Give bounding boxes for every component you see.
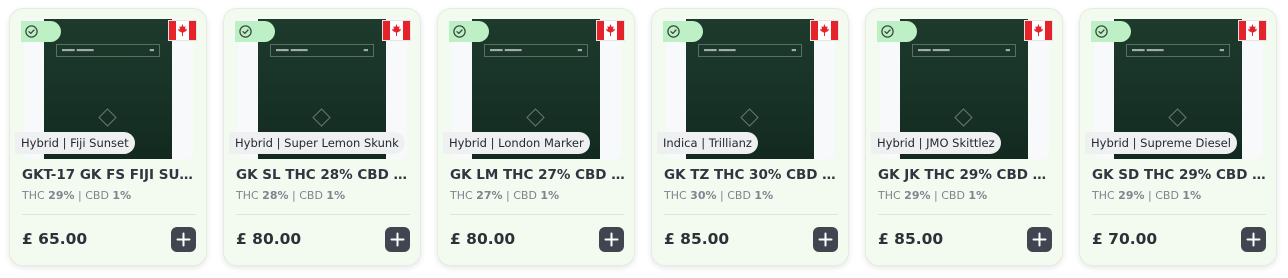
product-card[interactable]: ■■■■■■ ■■■■■■■■ ■■ Hybrid | Super Lemon S… — [223, 8, 421, 266]
strain-label: Hybrid | London Marker — [443, 132, 590, 154]
bag-logo-icon — [98, 108, 117, 127]
bag-label-strip: ■■■■■■ ■■■■■■■■ ■■ — [912, 44, 1016, 57]
cbd-value: 1% — [968, 189, 988, 202]
plus-icon — [176, 232, 191, 247]
canada-flag-icon — [382, 20, 411, 41]
cbd-value: 1% — [112, 189, 132, 202]
cbd-value: 1% — [326, 189, 346, 202]
product-title[interactable]: GK TZ THC 30% CBD <1% Trillianz — [664, 167, 840, 183]
bag-logo-icon — [526, 108, 545, 127]
divider — [1092, 214, 1266, 215]
product-grid: ■■■■■■ ■■■■■■■■ ■■ Hybrid | Fiji Sunset G… — [0, 0, 1288, 278]
product-title[interactable]: GK SL THC 28% CBD <1% Super Lemon Skunk — [236, 167, 412, 183]
bag-logo-icon — [312, 108, 331, 127]
add-to-cart-button[interactable] — [813, 227, 838, 252]
bag-logo-icon — [954, 108, 973, 127]
verified-badge — [235, 21, 275, 42]
price: £ 70.00 — [1092, 230, 1158, 248]
divider — [22, 214, 196, 215]
plus-icon — [604, 232, 619, 247]
cannabinoid-info: THC 29% | CBD 1% — [1092, 189, 1202, 202]
add-to-cart-button[interactable] — [1027, 227, 1052, 252]
add-to-cart-button[interactable] — [1241, 227, 1266, 252]
product-card[interactable]: ■■■■■■ ■■■■■■■■ ■■ Hybrid | Supreme Diese… — [1079, 8, 1277, 266]
check-circle-icon — [25, 25, 38, 38]
canada-flag-icon — [1238, 20, 1267, 41]
thc-value: 27% — [476, 189, 503, 202]
product-title[interactable]: GK JK THC 29% CBD <1% JMO Skittlez — [878, 167, 1054, 183]
check-circle-icon — [881, 25, 894, 38]
cannabinoid-info: THC 27% | CBD 1% — [450, 189, 560, 202]
bag-label-strip: ■■■■■■ ■■■■■■■■ ■■ — [484, 44, 588, 57]
add-to-cart-button[interactable] — [385, 227, 410, 252]
verified-badge — [21, 21, 61, 42]
divider — [236, 214, 410, 215]
check-circle-icon — [239, 25, 252, 38]
cannabinoid-info: THC 29% | CBD 1% — [22, 189, 132, 202]
canada-flag-icon — [596, 20, 625, 41]
cannabinoid-info: THC 28% | CBD 1% — [236, 189, 346, 202]
bag-label-strip: ■■■■■■ ■■■■■■■■ ■■ — [270, 44, 374, 57]
product-card[interactable]: ■■■■■■ ■■■■■■■■ ■■ Hybrid | London Marker… — [437, 8, 635, 266]
product-title[interactable]: GKT-17 GK FS FIJI SUNSET — [22, 167, 198, 183]
thc-value: 29% — [904, 189, 931, 202]
strain-label: Hybrid | Supreme Diesel — [1085, 132, 1237, 154]
canada-flag-icon — [810, 20, 839, 41]
cbd-value: 1% — [540, 189, 560, 202]
thc-value: 29% — [1118, 189, 1145, 202]
plus-icon — [390, 232, 405, 247]
verified-badge — [663, 21, 703, 42]
divider — [664, 214, 838, 215]
product-card[interactable]: ■■■■■■ ■■■■■■■■ ■■ Hybrid | JMO Skittlez … — [865, 8, 1063, 266]
verified-badge — [1091, 21, 1131, 42]
strain-label: Indica | Trillianz — [657, 132, 758, 154]
plus-icon — [818, 232, 833, 247]
price: £ 85.00 — [664, 230, 730, 248]
product-card[interactable]: ■■■■■■ ■■■■■■■■ ■■ Indica | Trillianz GK … — [651, 8, 849, 266]
price: £ 85.00 — [878, 230, 944, 248]
cannabinoid-info: THC 30% | CBD 1% — [664, 189, 774, 202]
strain-label: Hybrid | JMO Skittlez — [871, 132, 1001, 154]
thc-value: 29% — [48, 189, 75, 202]
canada-flag-icon — [168, 20, 197, 41]
bag-label-strip: ■■■■■■ ■■■■■■■■ ■■ — [56, 44, 160, 57]
cbd-value: 1% — [754, 189, 774, 202]
plus-icon — [1246, 232, 1261, 247]
price: £ 80.00 — [236, 230, 302, 248]
verified-badge — [449, 21, 489, 42]
price: £ 80.00 — [450, 230, 516, 248]
thc-value: 30% — [690, 189, 717, 202]
thc-value: 28% — [262, 189, 289, 202]
verified-badge — [877, 21, 917, 42]
price: £ 65.00 — [22, 230, 88, 248]
divider — [878, 214, 1052, 215]
bag-label-strip: ■■■■■■ ■■■■■■■■ ■■ — [1126, 44, 1230, 57]
plus-icon — [1032, 232, 1047, 247]
add-to-cart-button[interactable] — [171, 227, 196, 252]
product-card[interactable]: ■■■■■■ ■■■■■■■■ ■■ Hybrid | Fiji Sunset G… — [9, 8, 207, 266]
product-title[interactable]: GK SD THC 29% CBD <1% Supreme Diesel — [1092, 167, 1268, 183]
bag-logo-icon — [740, 108, 759, 127]
bag-label-strip: ■■■■■■ ■■■■■■■■ ■■ — [698, 44, 802, 57]
bag-logo-icon — [1168, 108, 1187, 127]
check-circle-icon — [1095, 25, 1108, 38]
strain-label: Hybrid | Fiji Sunset — [15, 132, 135, 154]
add-to-cart-button[interactable] — [599, 227, 624, 252]
strain-label: Hybrid | Super Lemon Skunk — [229, 132, 405, 154]
cbd-value: 1% — [1182, 189, 1202, 202]
check-circle-icon — [453, 25, 466, 38]
canada-flag-icon — [1024, 20, 1053, 41]
cannabinoid-info: THC 29% | CBD 1% — [878, 189, 988, 202]
product-title[interactable]: GK LM THC 27% CBD <1% London Marker — [450, 167, 626, 183]
divider — [450, 214, 624, 215]
check-circle-icon — [667, 25, 680, 38]
